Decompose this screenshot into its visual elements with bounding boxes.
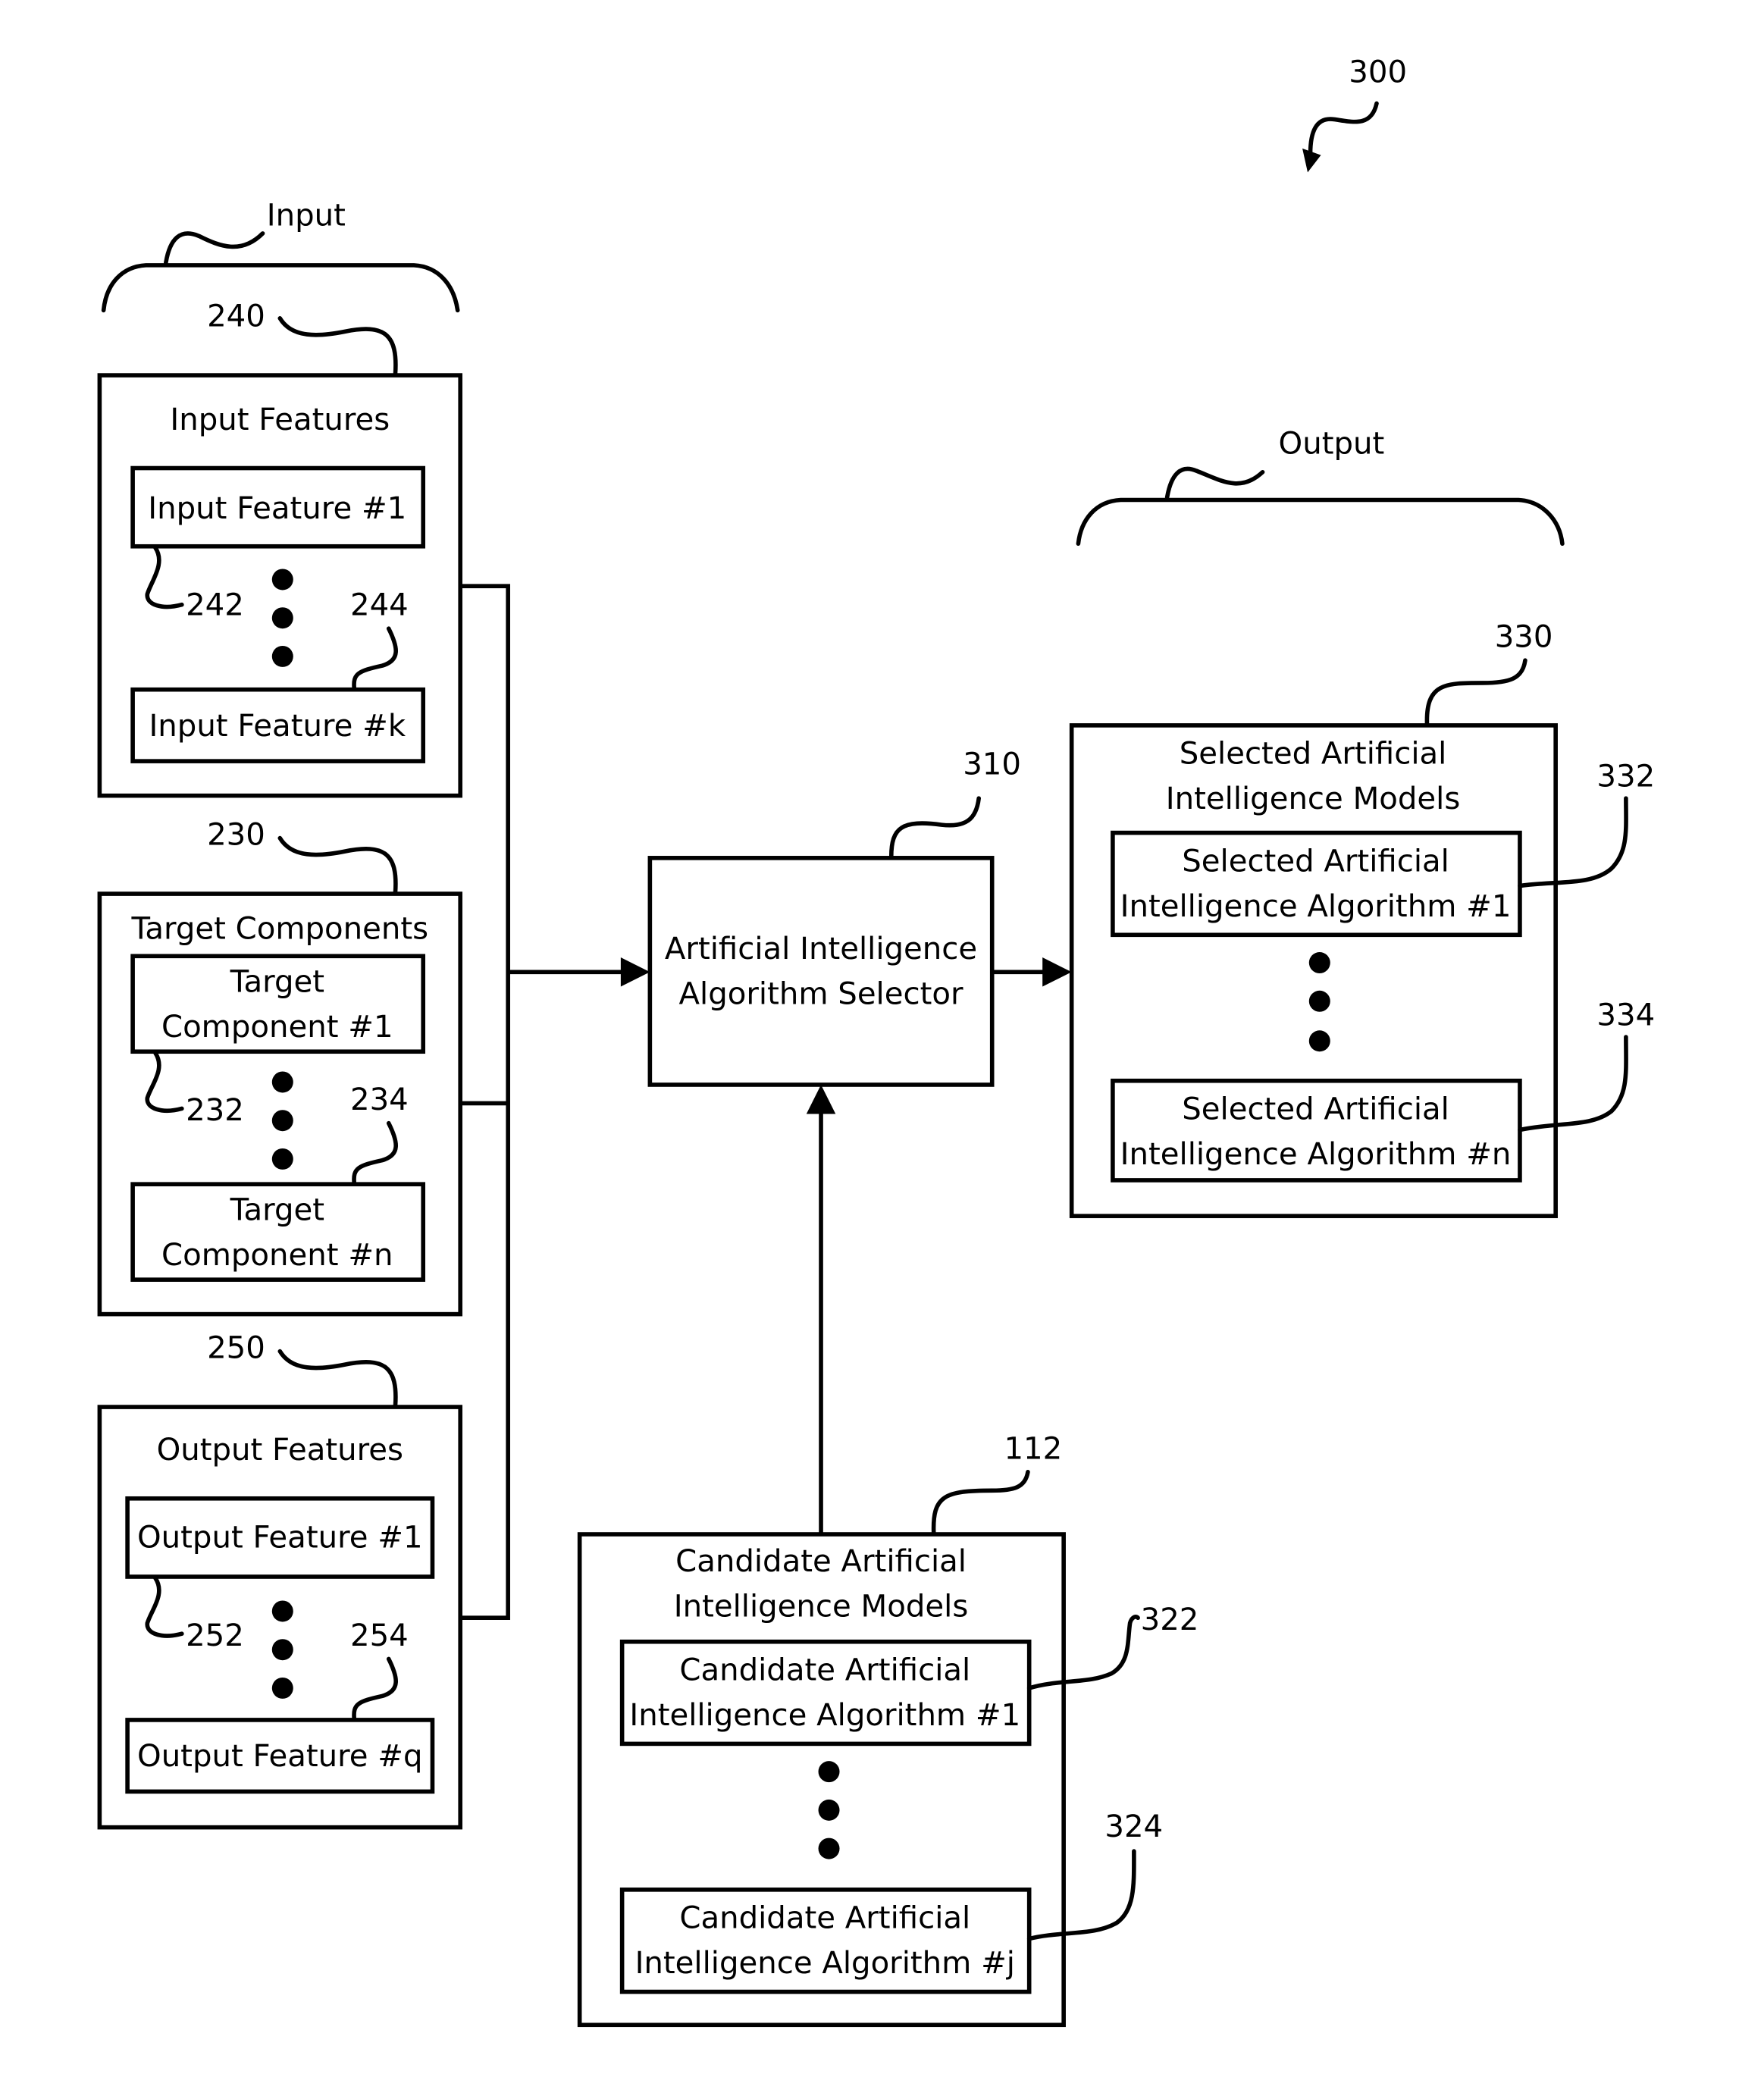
output-features-reference: 250 — [207, 1330, 265, 1365]
input-feature-first-label: Input Feature #1 — [148, 491, 406, 526]
candidate-models-title-line2: Intelligence Models — [674, 1589, 969, 1624]
figure-reference-arrow-line — [1308, 101, 1379, 156]
ellipsis-dot — [271, 1639, 293, 1661]
selector-group: 310 Artificial Intelligence Algorithm Se… — [647, 747, 1072, 1535]
selector-label-line1: Artificial Intelligence — [665, 932, 977, 967]
input-feature-last-reference: 244 — [350, 588, 409, 623]
arrow-from-candidates-icon — [806, 1084, 836, 1114]
ellipsis-dot — [271, 1600, 293, 1622]
output-feature-first-reference: 252 — [186, 1618, 244, 1653]
figure-reference-arrowhead-icon — [1302, 148, 1321, 173]
candidate-algorithm-last-line2: Intelligence Algorithm #j — [635, 1946, 1015, 1981]
candidate-models-group: 112 Candidate Artificial Intelligence Mo… — [577, 1431, 1199, 2028]
input-brace: Input — [101, 198, 460, 313]
ellipsis-dot — [271, 1110, 293, 1132]
target-component-first-label-line1: Target — [230, 965, 324, 1000]
input-features-leader — [277, 316, 398, 377]
candidate-algorithm-first-line2: Intelligence Algorithm #1 — [629, 1698, 1020, 1733]
selected-algorithm-first-line2: Intelligence Algorithm #1 — [1120, 889, 1512, 924]
input-brace-leader — [164, 231, 265, 265]
candidate-models-title-line1: Candidate Artificial — [675, 1544, 967, 1579]
ellipsis-dot — [818, 1799, 840, 1821]
input-features-reference: 240 — [207, 299, 265, 334]
target-component-first-label-line2: Component #1 — [161, 1010, 393, 1045]
target-components-reference: 230 — [207, 817, 265, 852]
input-features-title: Input Features — [170, 403, 390, 437]
selected-algorithm-last-reference: 334 — [1596, 998, 1655, 1032]
output-brace-leader — [1164, 466, 1265, 500]
selector-label-line2: Algorithm Selector — [679, 976, 963, 1011]
selected-algorithm-last-line2: Intelligence Algorithm #n — [1120, 1137, 1512, 1172]
candidate-models-reference: 112 — [1004, 1431, 1062, 1466]
candidate-algorithm-last-line1: Candidate Artificial — [679, 1901, 970, 1936]
ellipsis-dot — [271, 645, 293, 667]
output-features-leader — [277, 1349, 398, 1408]
ai-algorithm-selector-box[interactable] — [647, 856, 995, 1087]
target-component-last-reference: 234 — [350, 1082, 409, 1117]
selected-models-title-line1: Selected Artificial — [1180, 737, 1447, 772]
figure-reference-number: 300 — [1349, 55, 1407, 89]
arrow-to-selected-icon — [1042, 957, 1072, 987]
candidate-models-leader — [931, 1469, 1030, 1536]
ellipsis-dot — [271, 1677, 293, 1699]
output-feature-last-label: Output Feature #q — [137, 1739, 422, 1774]
target-component-first-reference: 232 — [186, 1093, 244, 1128]
ellipsis-dot — [1308, 952, 1330, 974]
selected-models-leader — [1424, 658, 1527, 726]
patent-diagram: 300 Input Output 240 Input Features Inpu… — [97, 55, 1655, 2028]
output-features-title: Output Features — [157, 1433, 403, 1468]
input-feature-first-reference: 242 — [186, 588, 244, 623]
output-group-label: Output — [1279, 426, 1385, 461]
target-component-last-label-line1: Target — [230, 1192, 324, 1227]
figure-reference: 300 — [1302, 55, 1407, 173]
ellipsis-dot — [1308, 1030, 1330, 1052]
candidate-algorithm-first-line1: Candidate Artificial — [679, 1653, 970, 1687]
input-bus — [460, 584, 650, 1621]
ellipsis-dot — [271, 1148, 293, 1170]
selected-models-reference: 330 — [1495, 620, 1553, 655]
input-group-label: Input — [267, 198, 346, 233]
output-brace-curve — [1076, 497, 1565, 547]
output-brace: Output — [1076, 426, 1565, 547]
ellipsis-dot — [818, 1837, 840, 1859]
ellipsis-dot — [271, 607, 293, 629]
ellipsis-dot — [271, 569, 293, 591]
ellipsis-dot — [271, 1071, 293, 1093]
selector-reference: 310 — [963, 747, 1021, 782]
candidate-algorithm-last-reference: 324 — [1104, 1809, 1163, 1844]
input-feature-last-label: Input Feature #k — [149, 709, 406, 744]
target-components-leader — [277, 835, 398, 895]
ellipsis-dot — [818, 1761, 840, 1783]
selected-models-title-line2: Intelligence Models — [1166, 782, 1461, 816]
arrow-to-selector-icon — [620, 957, 650, 987]
input-brace-curve — [101, 263, 460, 313]
input-features-group: 240 Input Features Input Feature #1 242 … — [97, 299, 463, 798]
target-component-last-label-line2: Component #n — [161, 1238, 393, 1273]
output-feature-first-label: Output Feature #1 — [137, 1521, 423, 1556]
target-components-group: 230 Target Components Target Component #… — [97, 817, 463, 1317]
selected-algorithm-last-line1: Selected Artificial — [1182, 1092, 1449, 1126]
target-components-title: Target Components — [130, 912, 428, 947]
selector-leader — [888, 796, 982, 859]
selected-algorithm-first-reference: 332 — [1596, 759, 1655, 794]
output-features-group: 250 Output Features Output Feature #1 25… — [97, 1330, 463, 1830]
ellipsis-dot — [1308, 990, 1330, 1012]
selected-models-group: 330 Selected Artificial Intelligence Mod… — [1069, 620, 1655, 1218]
candidate-algorithm-first-reference: 322 — [1141, 1602, 1199, 1637]
output-feature-last-reference: 254 — [350, 1618, 409, 1653]
selected-algorithm-first-line1: Selected Artificial — [1182, 844, 1449, 879]
